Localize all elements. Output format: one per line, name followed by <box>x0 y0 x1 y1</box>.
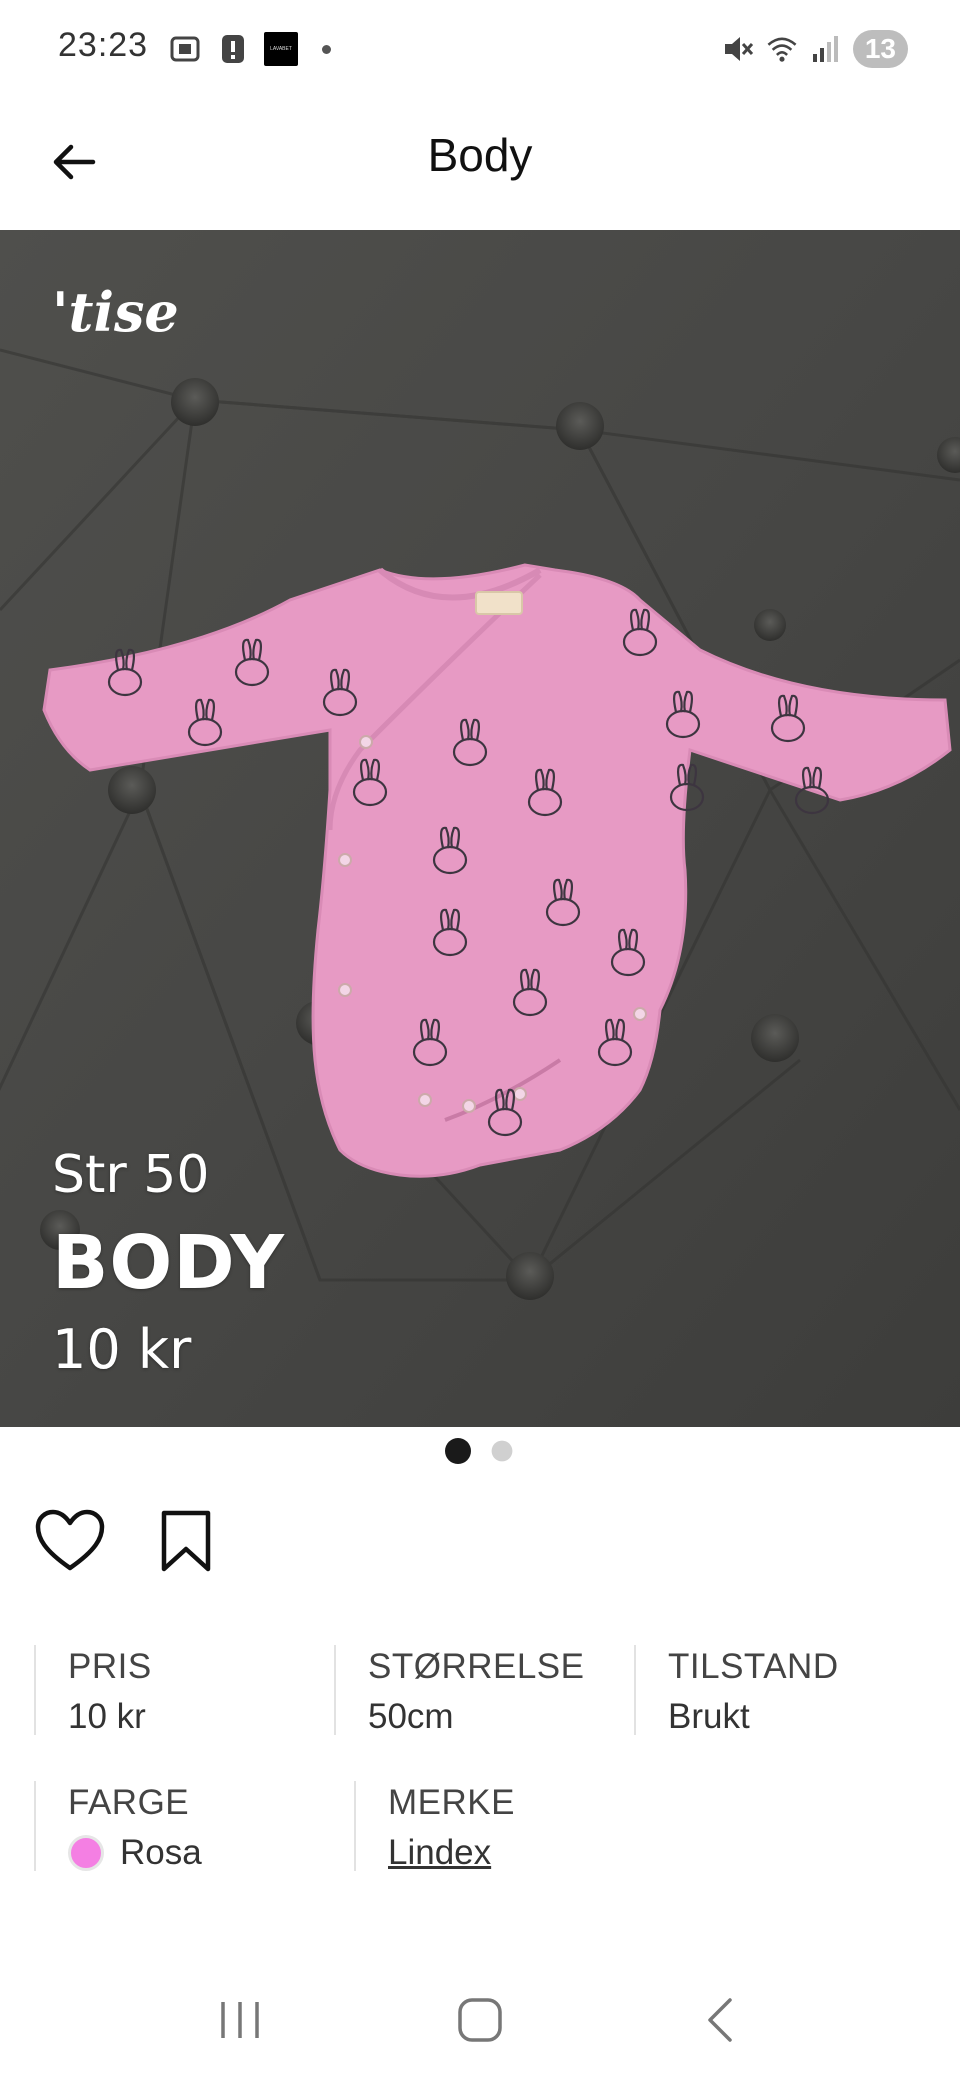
nav-back-button[interactable] <box>680 1980 760 2060</box>
detail-color: FARGE Rosa <box>34 1781 354 1872</box>
detail-label: MERKE <box>388 1783 515 1822</box>
detail-value: 10 kr <box>68 1697 146 1736</box>
carousel-dot[interactable] <box>445 1438 471 1464</box>
details-row: FARGE Rosa MERKE Lindex <box>34 1781 934 1917</box>
wifi-icon <box>765 32 799 66</box>
page-title: Body <box>427 129 533 181</box>
app-thumbnail-icon: LAVABET <box>264 32 298 66</box>
product-details: PRIS 10 kr STØRRELSE 50cm TILSTAND Brukt… <box>34 1645 934 1917</box>
like-button[interactable] <box>34 1505 106 1577</box>
detail-size: STØRRELSE 50cm <box>334 1645 634 1736</box>
image-overlay-title: BODY <box>52 1220 285 1306</box>
detail-condition: TILSTAND Brukt <box>634 1645 934 1736</box>
detail-label: FARGE <box>68 1783 190 1822</box>
screenshot-icon <box>168 32 202 66</box>
recents-icon <box>221 2002 259 2038</box>
details-row: PRIS 10 kr STØRRELSE 50cm TILSTAND Brukt <box>34 1645 934 1781</box>
carousel-dot[interactable] <box>491 1440 513 1462</box>
image-overlay-size: Str 50 <box>52 1145 210 1205</box>
detail-value: Lindex <box>388 1825 674 1881</box>
notification-count-badge: 13 <box>852 30 908 68</box>
brand-link[interactable]: Lindex <box>388 1825 491 1881</box>
detail-label: TILSTAND <box>668 1647 839 1686</box>
product-image[interactable]: 'tise Str 50 BODY 10 kr <box>0 230 960 1427</box>
status-icons-right: 13 <box>721 30 908 68</box>
mute-icon <box>721 32 755 66</box>
status-icons-left: LAVABET <box>168 32 331 66</box>
alert-icon <box>216 32 250 66</box>
home-button[interactable] <box>440 1980 520 2060</box>
carousel-dots <box>0 1438 960 1464</box>
recents-button[interactable] <box>200 1980 280 2060</box>
home-icon <box>458 1998 502 2042</box>
color-swatch <box>68 1835 104 1871</box>
app-header: Body <box>0 100 960 230</box>
detail-price: PRIS 10 kr <box>34 1645 334 1736</box>
bookmark-icon <box>161 1510 211 1572</box>
detail-value: 50cm <box>368 1697 454 1736</box>
back-icon <box>708 1998 732 2042</box>
image-overlay-price: 10 kr <box>52 1318 192 1381</box>
tise-logo: 'tise <box>52 280 179 344</box>
detail-label: PRIS <box>68 1647 152 1686</box>
action-bar <box>34 1505 222 1577</box>
signal-icon <box>809 32 843 66</box>
detail-value: Brukt <box>668 1697 750 1736</box>
save-button[interactable] <box>150 1505 222 1577</box>
status-dot-icon <box>322 44 331 54</box>
system-nav-bar <box>0 1960 960 2080</box>
status-time: 23:23 <box>58 26 149 64</box>
color-name: Rosa <box>120 1833 202 1872</box>
heart-icon <box>35 1509 105 1571</box>
detail-value: Rosa <box>68 1825 354 1881</box>
detail-label: STØRRELSE <box>368 1647 585 1686</box>
detail-brand: MERKE Lindex <box>354 1781 674 1872</box>
status-bar: 23:23 LAVABET 13 <box>0 0 960 100</box>
